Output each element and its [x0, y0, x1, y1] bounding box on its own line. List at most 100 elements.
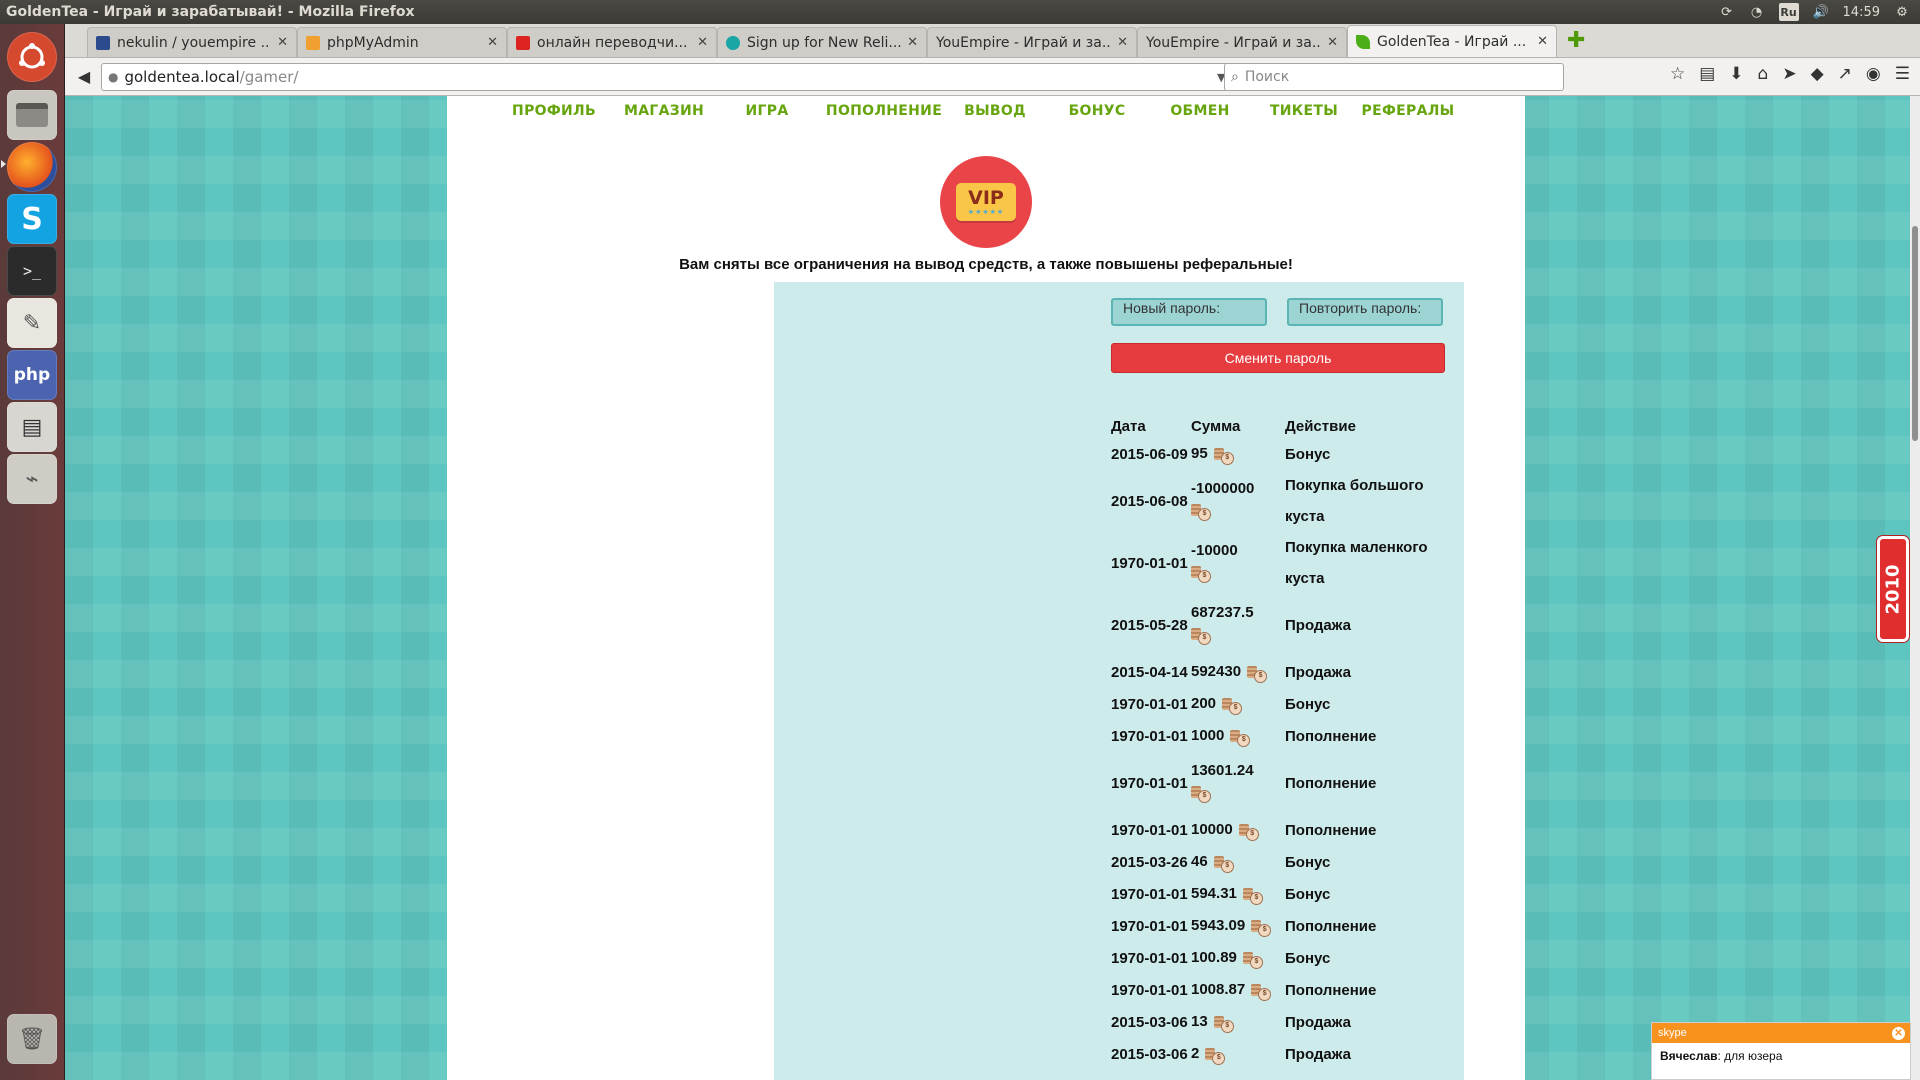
table-row: 2015-05-28687237.5 Продажа — [1111, 594, 1451, 656]
phpstorm-icon[interactable]: php — [7, 350, 57, 400]
floppy-disk-icon[interactable]: ▤ — [7, 402, 57, 452]
page-scrollbar[interactable] — [1910, 96, 1920, 1080]
favicon-icon — [96, 35, 110, 50]
cell-action: Пополнение — [1285, 917, 1377, 935]
search-input[interactable]: ⌕ Поиск — [1224, 63, 1564, 91]
firefox-icon[interactable] — [7, 142, 57, 192]
menu-item-shop[interactable]: МАГАЗИН — [614, 96, 714, 126]
close-icon[interactable]: ✕ — [1117, 35, 1128, 50]
menu-item-deposit[interactable]: ПОПОЛНЕНИЕ — [820, 96, 948, 126]
menu-item-bonus[interactable]: БОНУС — [1042, 96, 1152, 126]
cell-date: 1970-01-01 — [1111, 885, 1188, 903]
tab[interactable]: nekulin / youempire ... ✕ — [87, 27, 297, 57]
cell-date: 1970-01-01 — [1111, 949, 1188, 967]
scrollbar-thumb[interactable] — [1912, 226, 1918, 441]
tab-label: GoldenTea - Играй ... — [1377, 33, 1527, 50]
usb-drive-icon[interactable]: ⌁ — [7, 454, 57, 504]
tab[interactable]: YouEmpire - Играй и за... ✕ — [927, 27, 1137, 57]
favicon-icon — [516, 35, 530, 50]
close-icon[interactable]: ✕ — [697, 35, 708, 50]
vip-stars: ★★★★★ — [967, 207, 1005, 216]
bookmark-star-icon[interactable]: ☆ — [1670, 64, 1685, 84]
cell-amount: 594.31 — [1191, 878, 1285, 910]
new-tab-icon[interactable]: ✚ — [1567, 28, 1585, 53]
url-bar[interactable]: ● goldentea.local/gamer/ ▼ ↻ — [101, 63, 1251, 91]
page-content: ПРОФИЛЬ МАГАЗИН ИГРА ПОПОЛНЕНИЕ ВЫВОД БО… — [447, 96, 1525, 1080]
amount-value: 10000 — [1191, 820, 1233, 838]
close-icon[interactable]: ✕ — [1537, 34, 1548, 49]
tab[interactable]: онлайн переводчи... ✕ — [507, 27, 717, 57]
repeat-password-input[interactable]: Повторить пароль: — [1287, 298, 1443, 326]
amount-value: -1000000 — [1191, 479, 1255, 497]
cell-date: 2015-06-08 — [1111, 492, 1188, 510]
tab-label: phpMyAdmin — [327, 34, 419, 51]
new-password-input[interactable]: Новый пароль: — [1111, 298, 1267, 326]
terminal-icon[interactable]: >_ — [7, 246, 57, 296]
gear-icon[interactable]: ⚙ — [1894, 4, 1910, 20]
skype-notification-header: skype ✕ — [1652, 1023, 1910, 1043]
table-row: 2015-06-0995 Бонус — [1111, 438, 1451, 470]
back-button[interactable]: ◀ — [69, 62, 99, 92]
coins-icon — [1251, 917, 1272, 938]
skype-sender: Вячеслав — [1660, 1049, 1718, 1063]
menu-item-tickets[interactable]: ТИКЕТЫ — [1248, 96, 1360, 126]
cell-amount: 13 — [1191, 1006, 1285, 1038]
cell-date: 1970-01-01 — [1111, 821, 1188, 839]
url-host: goldentea.local — [124, 68, 240, 86]
bookmarks-menu-icon[interactable]: ▤ — [1699, 64, 1715, 84]
files-icon[interactable] — [7, 90, 57, 140]
ubuntu-dash-icon[interactable] — [7, 32, 57, 82]
volume-icon[interactable]: 🔊 — [1812, 4, 1828, 20]
tab[interactable]: phpMyAdmin ✕ — [297, 27, 507, 57]
close-icon[interactable]: ✕ — [1892, 1026, 1905, 1040]
send-icon[interactable]: ➤ — [1782, 64, 1796, 84]
close-icon[interactable]: ✕ — [907, 35, 918, 50]
menu-item-game[interactable]: ИГРА — [714, 96, 820, 126]
column-header-amount: Сумма — [1191, 417, 1241, 435]
cell-amount: 13601.24 — [1191, 752, 1285, 814]
download-icon[interactable]: ⬇ — [1729, 64, 1743, 84]
menu-item-withdraw[interactable]: ВЫВОД — [948, 96, 1042, 126]
change-password-button[interactable]: Сменить пароль — [1111, 343, 1445, 373]
cell-action: Бонус — [1285, 949, 1331, 967]
menu-item-exchange[interactable]: ОБМЕН — [1152, 96, 1248, 126]
cell-amount: 10000 — [1191, 814, 1285, 846]
extension-icon[interactable]: ◆ — [1811, 64, 1824, 84]
home-icon[interactable]: ⌂ — [1758, 64, 1769, 84]
pin-icon[interactable]: ↗ — [1838, 64, 1852, 84]
menu-item-referrals[interactable]: РЕФЕРАЛЫ — [1360, 96, 1456, 126]
cell-action: Покупка маленкого куста — [1285, 539, 1428, 587]
cell-amount: 100.89 — [1191, 942, 1285, 974]
tab-label: YouEmpire - Играй и за... — [1146, 34, 1322, 51]
cell-action: Покупка большого куста — [1285, 477, 1424, 525]
close-icon[interactable]: ✕ — [1327, 35, 1338, 50]
close-icon[interactable]: ✕ — [277, 35, 288, 50]
side-badge[interactable]: 2010 — [1877, 536, 1909, 642]
text-editor-icon[interactable]: ✎ — [7, 298, 57, 348]
skype-notification[interactable]: skype ✕ Вячеслав: для юзера — [1651, 1022, 1911, 1080]
coins-icon — [1242, 949, 1263, 970]
favicon-icon — [306, 35, 320, 50]
tab[interactable]: YouEmpire - Играй и за... ✕ — [1137, 27, 1347, 57]
clock[interactable]: 14:59 — [1843, 5, 1880, 20]
vip-message: Вам сняты все ограничения на вывод средс… — [679, 256, 1293, 273]
chat-icon[interactable]: ◉ — [1866, 64, 1881, 84]
skype-icon[interactable]: S — [7, 194, 57, 244]
coins-icon — [1213, 1013, 1234, 1034]
cell-date: 2015-05-28 — [1111, 616, 1188, 634]
menu-item-profile[interactable]: ПРОФИЛЬ — [494, 96, 614, 126]
hamburger-menu-icon[interactable]: ☰ — [1895, 64, 1910, 84]
cell-date: 1970-01-01 — [1111, 695, 1188, 713]
cell-amount: 95 — [1191, 438, 1285, 470]
close-icon[interactable]: ✕ — [487, 35, 498, 50]
tab-active[interactable]: GoldenTea - Играй ... ✕ — [1347, 25, 1557, 57]
wifi-icon[interactable]: ◔ — [1749, 4, 1765, 20]
tab[interactable]: Sign up for New Reli... ✕ — [717, 27, 927, 57]
coins-icon — [1247, 663, 1268, 684]
cell-amount: -10000 — [1191, 532, 1285, 594]
keyboard-layout-indicator[interactable]: Ru — [1778, 3, 1799, 21]
trash-icon[interactable]: 🗑 — [7, 1014, 57, 1064]
cell-action: Продажа — [1285, 1045, 1351, 1063]
amount-value: 1008.87 — [1191, 980, 1246, 998]
sync-icon[interactable]: ⟳ — [1719, 4, 1735, 20]
